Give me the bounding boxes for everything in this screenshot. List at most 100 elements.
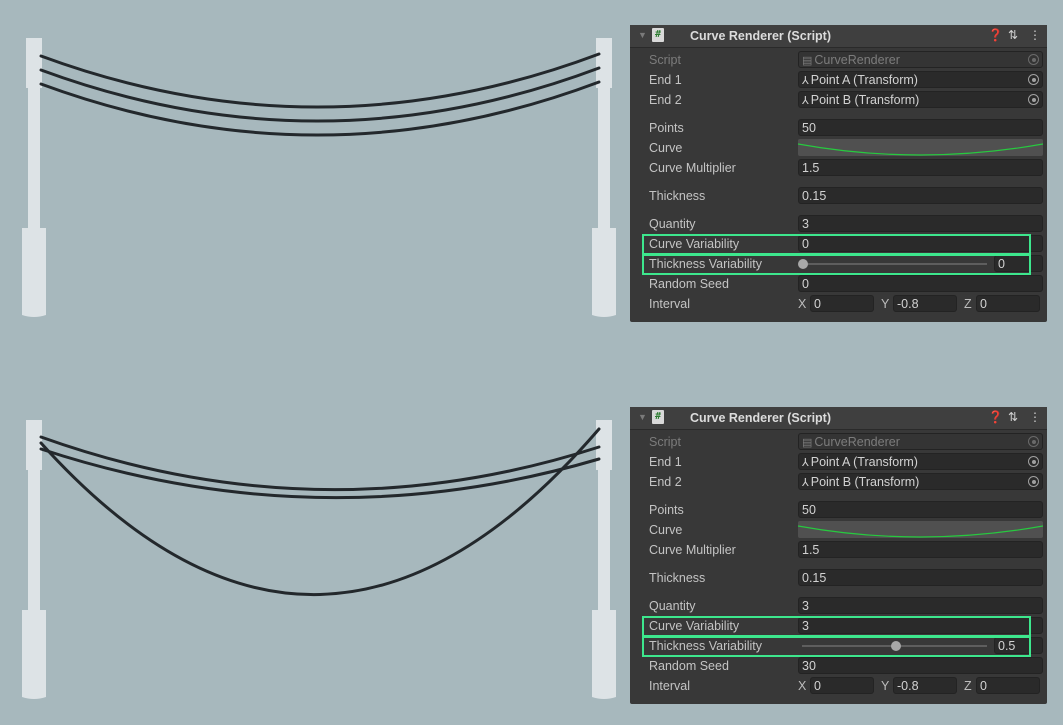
end-1-value: Point A (Transform) (810, 455, 918, 469)
quantity-input[interactable]: 3 (798, 215, 1043, 232)
component-title: Curve Renderer (Script) (690, 29, 832, 43)
script-label: Script (649, 435, 681, 449)
wire-1 (39, 52, 601, 109)
script-value: CurveRenderer (814, 435, 900, 449)
end-1-field[interactable]: ⅄ Point A (Transform) (798, 453, 1043, 470)
end-1-value: Point A (Transform) (810, 73, 918, 87)
interval-z-input[interactable]: 0 (976, 677, 1040, 694)
help-icon[interactable]: ❓ (988, 28, 1003, 42)
interval-label: Interval (649, 297, 690, 311)
row-curve-variability: Curve Variability 0 (630, 234, 1047, 254)
row-quantity: Quantity 3 (630, 596, 1047, 616)
row-thickness: Thickness 0.15 (630, 186, 1047, 206)
slider-knob[interactable] (798, 259, 808, 269)
component-header[interactable]: ▼ # Curve Renderer (Script) ❓ ⇅ ⋮ (630, 407, 1047, 430)
end-1-label: End 1 (649, 455, 682, 469)
component-header[interactable]: ▼ # Curve Renderer (Script) ❓ ⇅ ⋮ (630, 25, 1047, 48)
points-input[interactable]: 50 (798, 119, 1043, 136)
interval-y[interactable]: Y -0.8 (881, 295, 961, 312)
row-end-2: End 2 ⅄ Point B (Transform) (630, 90, 1047, 110)
quantity-label: Quantity (649, 599, 696, 613)
script-label: Script (649, 53, 681, 67)
interval-y[interactable]: Y -0.8 (881, 677, 961, 694)
object-picker-icon[interactable] (1028, 74, 1039, 85)
curve-field[interactable] (798, 139, 1043, 156)
foldout-arrow-icon[interactable]: ▼ (638, 412, 647, 422)
row-curve: Curve (630, 520, 1047, 540)
row-curve-multiplier: Curve Multiplier 1.5 (630, 158, 1047, 178)
script-field[interactable]: ▤ CurveRenderer (798, 51, 1043, 68)
help-icon[interactable]: ❓ (988, 410, 1003, 424)
row-curve-variability: Curve Variability 3 (630, 616, 1047, 636)
inspector-panel-top: ▼ # Curve Renderer (Script) ❓ ⇅ ⋮ Script… (630, 25, 1047, 322)
script-field[interactable]: ▤ CurveRenderer (798, 433, 1043, 450)
interval-x[interactable]: X 0 (798, 295, 878, 312)
end-2-value: Point B (Transform) (810, 93, 920, 107)
row-script: Script ▤ CurveRenderer (630, 50, 1047, 70)
interval-x[interactable]: X 0 (798, 677, 878, 694)
end-1-field[interactable]: ⅄ Point A (Transform) (798, 71, 1043, 88)
curve-preview (798, 525, 1043, 538)
object-picker-icon[interactable] (1028, 436, 1039, 447)
object-picker-icon[interactable] (1028, 94, 1039, 105)
curve-variability-input[interactable]: 0 (798, 235, 1043, 252)
kebab-menu-icon[interactable]: ⋮ (1029, 28, 1041, 42)
pole-left (22, 420, 46, 699)
object-picker-icon[interactable] (1028, 456, 1039, 467)
row-script: Script ▤ CurveRenderer (630, 432, 1047, 452)
thickness-variability-slider[interactable]: 0 (798, 254, 1043, 274)
curve-variability-label: Curve Variability (649, 237, 740, 251)
transform-icon: ⅄ (802, 95, 809, 107)
interval-x-input[interactable]: 0 (810, 295, 874, 312)
interval-z[interactable]: Z 0 (964, 677, 1044, 694)
curve-variability-input[interactable]: 3 (798, 617, 1043, 634)
random-seed-input[interactable]: 30 (798, 657, 1043, 674)
quantity-input[interactable]: 3 (798, 597, 1043, 614)
inspector-panel-bottom: ▼ # Curve Renderer (Script) ❓ ⇅ ⋮ Script… (630, 407, 1047, 704)
thickness-input[interactable]: 0.15 (798, 187, 1043, 204)
slider-knob[interactable] (890, 641, 901, 651)
end-2-field[interactable]: ⅄ Point B (Transform) (798, 91, 1043, 108)
thickness-variability-input[interactable]: 0 (994, 255, 1043, 272)
thickness-variability-label: Thickness Variability (649, 639, 763, 653)
preset-sliders-icon[interactable]: ⇅ (1008, 410, 1018, 424)
interval-z-input[interactable]: 0 (976, 295, 1040, 312)
wire-2 (39, 66, 601, 123)
interval-vector: X 0 Y -0.8 Z 0 (798, 295, 1043, 312)
slider-track[interactable] (802, 263, 987, 265)
curve-variability-label: Curve Variability (649, 619, 740, 633)
thickness-label: Thickness (649, 571, 706, 585)
thickness-input[interactable]: 0.15 (798, 569, 1043, 586)
curve-field[interactable] (798, 521, 1043, 538)
object-picker-icon[interactable] (1028, 476, 1039, 487)
points-label: Points (649, 121, 684, 135)
object-picker-icon[interactable] (1028, 54, 1039, 65)
interval-x-input[interactable]: 0 (810, 677, 874, 694)
foldout-arrow-icon[interactable]: ▼ (638, 30, 647, 40)
thickness-label: Thickness (649, 189, 706, 203)
row-curve: Curve (630, 138, 1047, 158)
interval-vector: X 0 Y -0.8 Z 0 (798, 677, 1043, 694)
random-seed-label: Random Seed (649, 659, 729, 673)
scene-view-top (0, 25, 630, 325)
kebab-menu-icon[interactable]: ⋮ (1029, 410, 1041, 424)
end-2-field[interactable]: ⅄ Point B (Transform) (798, 473, 1043, 490)
thickness-variability-slider[interactable]: 0.5 (798, 636, 1043, 656)
curve-preview (798, 143, 1043, 156)
row-quantity: Quantity 3 (630, 214, 1047, 234)
end-2-label: End 2 (649, 475, 682, 489)
row-random-seed: Random Seed 30 (630, 656, 1047, 676)
preset-sliders-icon[interactable]: ⇅ (1008, 28, 1018, 42)
pole-right (592, 420, 616, 699)
thickness-variability-input[interactable]: 0.5 (994, 637, 1043, 654)
interval-y-input[interactable]: -0.8 (893, 295, 957, 312)
interval-y-input[interactable]: -0.8 (893, 677, 957, 694)
curve-multiplier-input[interactable]: 1.5 (798, 541, 1043, 558)
points-input[interactable]: 50 (798, 501, 1043, 518)
transform-icon: ⅄ (802, 75, 809, 87)
row-points: Points 50 (630, 500, 1047, 520)
curve-multiplier-input[interactable]: 1.5 (798, 159, 1043, 176)
interval-z[interactable]: Z 0 (964, 295, 1044, 312)
script-asset-icon: ▤ (802, 437, 813, 449)
random-seed-input[interactable]: 0 (798, 275, 1043, 292)
